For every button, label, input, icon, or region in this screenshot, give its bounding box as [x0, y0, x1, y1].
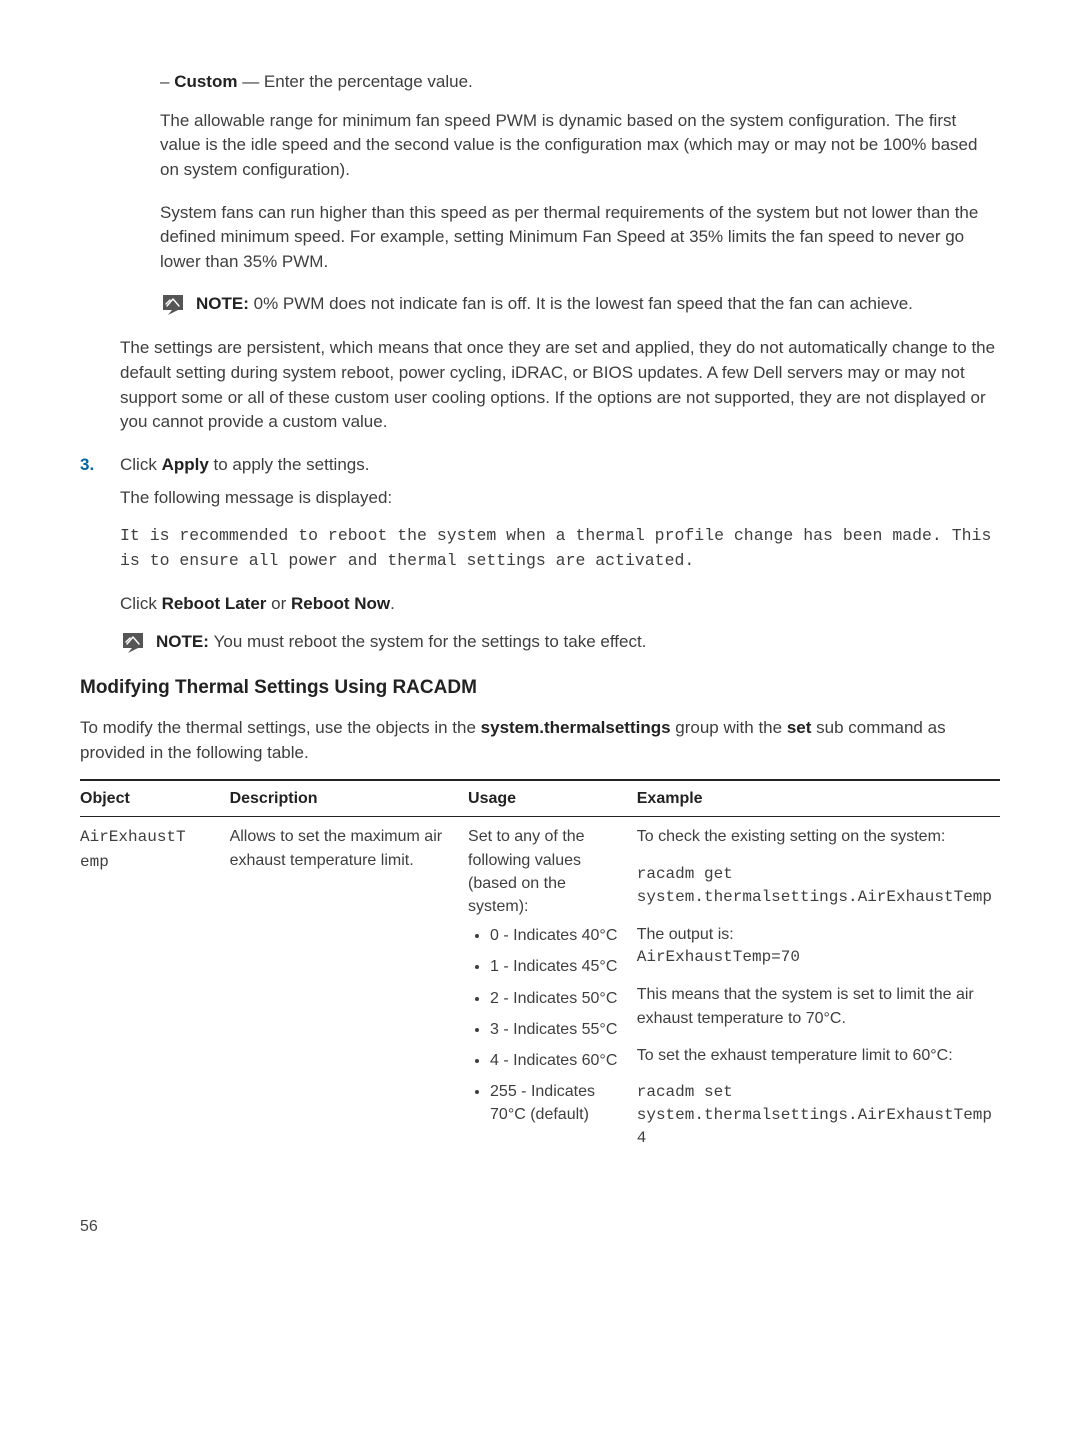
- custom-desc: — Enter the percentage value.: [237, 72, 472, 91]
- set-label: set: [787, 718, 812, 737]
- click-reboot: Click Reboot Later or Reboot Now.: [120, 592, 1000, 617]
- example-p2: The output is:: [637, 923, 992, 946]
- custom-bullet: – Custom — Enter the percentage value.: [160, 70, 1000, 95]
- section-title: Modifying Thermal Settings Using RACADM: [80, 674, 1000, 702]
- note-icon: [160, 292, 186, 318]
- paragraph-allowable-range: The allowable range for minimum fan spee…: [160, 109, 1000, 183]
- th-description: Description: [230, 780, 468, 817]
- note-icon: [120, 630, 146, 656]
- apply-label: Apply: [162, 455, 209, 474]
- paragraph-system-fans: System fans can run higher than this spe…: [160, 201, 1000, 275]
- list-item: 4 - Indicates 60°C: [490, 1049, 629, 1072]
- reboot-later-label: Reboot Later: [162, 594, 267, 613]
- list-item: 2 - Indicates 50°C: [490, 987, 629, 1010]
- thermal-settings-table: Object Description Usage Example AirExha…: [80, 779, 1000, 1154]
- list-item: 0 - Indicates 40°C: [490, 924, 629, 947]
- example-code3: racadm set system.thermalsettings.AirExh…: [637, 1081, 992, 1151]
- th-usage: Usage: [468, 780, 637, 817]
- example-p3: This means that the system is set to lim…: [637, 983, 992, 1029]
- th-object: Object: [80, 780, 230, 817]
- list-item: 1 - Indicates 45°C: [490, 955, 629, 978]
- list-item: 255 - Indicates 70°C (default): [490, 1080, 629, 1126]
- note-pwm: NOTE: 0% PWM does not indicate fan is of…: [160, 292, 1000, 318]
- note-body: NOTE: You must reboot the system for the…: [156, 630, 1000, 655]
- step-3: 3. Click Apply to apply the settings.: [80, 453, 1000, 478]
- section-intro: To modify the thermal settings, use the …: [80, 716, 1000, 765]
- cell-example: To check the existing setting on the sys…: [637, 817, 1000, 1155]
- note-text: 0% PWM does not indicate fan is off. It …: [254, 294, 913, 313]
- note-prefix: NOTE:: [196, 294, 254, 313]
- reboot-message-code: It is recommended to reboot the system w…: [120, 524, 1000, 574]
- step-text: Click Apply to apply the settings.: [120, 453, 1000, 478]
- th-example: Example: [637, 780, 1000, 817]
- note-prefix: NOTE:: [156, 632, 214, 651]
- example-p1: To check the existing setting on the sys…: [637, 825, 992, 848]
- note-text: You must reboot the system for the setti…: [214, 632, 647, 651]
- page-number: 56: [80, 1215, 1000, 1238]
- step-number: 3.: [80, 453, 120, 478]
- usage-list: 0 - Indicates 40°C 1 - Indicates 45°C 2 …: [468, 924, 629, 1126]
- custom-label: Custom: [174, 72, 237, 91]
- cell-usage: Set to any of the following values (base…: [468, 817, 637, 1155]
- example-p4: To set the exhaust temperature limit to …: [637, 1044, 992, 1067]
- note-body: NOTE: 0% PWM does not indicate fan is of…: [196, 292, 1000, 317]
- cell-description: Allows to set the maximum air exhaust te…: [230, 817, 468, 1155]
- usage-intro: Set to any of the following values (base…: [468, 825, 629, 918]
- note-reboot: NOTE: You must reboot the system for the…: [120, 630, 1000, 656]
- list-item: 3 - Indicates 55°C: [490, 1018, 629, 1041]
- thermalsettings-label: system.thermalsettings: [481, 718, 671, 737]
- paragraph-persistent: The settings are persistent, which means…: [120, 336, 1000, 435]
- reboot-now-label: Reboot Now: [291, 594, 390, 613]
- table-row: AirExhaustT emp Allows to set the maximu…: [80, 817, 1000, 1155]
- example-code2: AirExhaustTemp=70: [637, 946, 992, 969]
- cell-object: AirExhaustT emp: [80, 817, 230, 1155]
- step-follow-text: The following message is displayed:: [120, 486, 1000, 511]
- example-code1: racadm get system.thermalsettings.AirExh…: [637, 863, 992, 909]
